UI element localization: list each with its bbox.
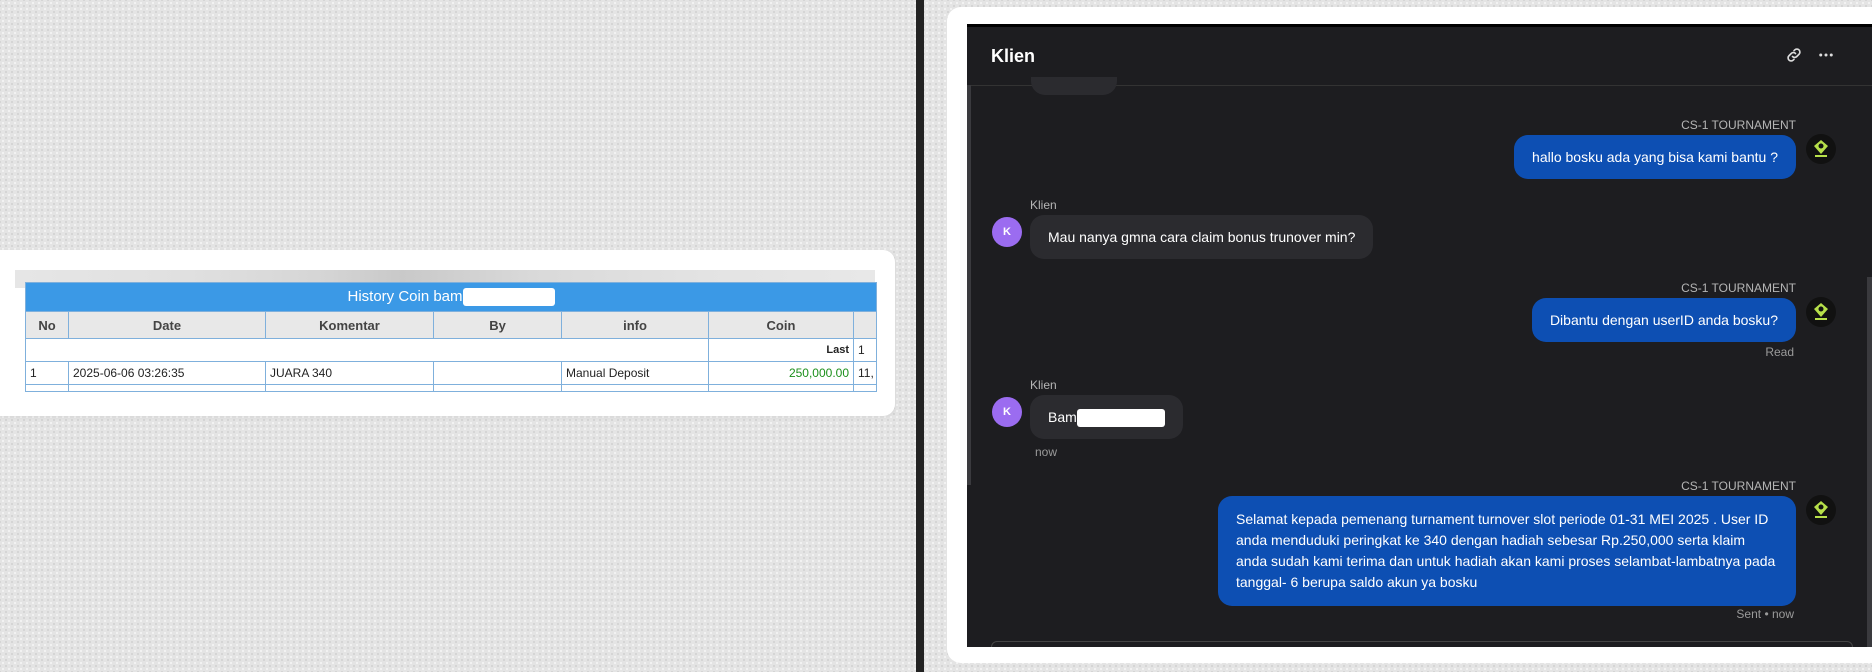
column-header-info[interactable]: info	[561, 311, 709, 339]
cell-komentar: JUARA 340	[265, 361, 434, 385]
message-status: Read	[1765, 345, 1794, 359]
table-header-row: No Date Komentar By info Coin	[25, 311, 878, 339]
link-icon[interactable]	[1785, 46, 1803, 67]
previous-message-stub	[1031, 77, 1117, 95]
scrollbar[interactable]	[1867, 277, 1872, 647]
message-sender: Klien	[1030, 198, 1057, 212]
agent-avatar	[1806, 297, 1836, 327]
message-sender: CS-1 TOURNAMENT	[1681, 479, 1796, 493]
cell-info: Manual Deposit	[561, 361, 709, 385]
summary-row: Last 1	[25, 338, 878, 362]
message-status: Sent • now	[1736, 607, 1794, 621]
column-header-no[interactable]: No	[25, 311, 69, 339]
column-header-extra	[852, 311, 878, 339]
cell-coin: 250,000.00	[708, 361, 854, 385]
column-header-coin[interactable]: Coin	[708, 311, 854, 339]
history-coin-card: History Coin bam No Date Komentar By inf…	[0, 250, 895, 416]
message-sender: CS-1 TOURNAMENT	[1681, 118, 1796, 132]
message-time: now	[1035, 445, 1058, 459]
summary-empty-cell	[25, 338, 709, 362]
cell-by	[433, 361, 562, 385]
agent-avatar	[1806, 495, 1836, 525]
cell-date: 2025-06-06 03:26:35	[68, 361, 266, 385]
summary-last-label: Last	[708, 338, 854, 362]
message-bubble-outgoing: hallo bosku ada yang bisa kami bantu ?	[1514, 135, 1796, 179]
message-bubble-outgoing: Selamat kepada pemenang turnament turnov…	[1218, 496, 1796, 606]
cell-extra: 11,	[852, 361, 878, 385]
history-coin-table: History Coin bam No Date Komentar By inf…	[24, 282, 878, 392]
message-sender: CS-1 TOURNAMENT	[1681, 281, 1796, 295]
column-header-komentar[interactable]: Komentar	[265, 311, 434, 339]
agent-avatar	[1806, 134, 1836, 164]
chat-window: Klien CS-1 TOURNAMENT hallo bosku ada ya…	[967, 24, 1872, 647]
scrollbar-left[interactable]	[967, 85, 971, 485]
table-row-partial	[25, 384, 878, 392]
column-header-date[interactable]: Date	[68, 311, 266, 339]
message-input[interactable]	[991, 641, 1853, 647]
message-sender: Klien	[1030, 378, 1057, 392]
column-header-by[interactable]: By	[433, 311, 562, 339]
screen-divider	[916, 0, 924, 672]
table-title: History Coin bam	[24, 282, 878, 312]
chat-title: Klien	[991, 46, 1036, 66]
redacted-username	[1076, 409, 1165, 428]
cell-no: 1	[25, 361, 69, 385]
client-avatar: K	[992, 217, 1022, 247]
table-title-text: History Coin bam	[347, 287, 463, 305]
message-text: Bam	[1048, 409, 1077, 425]
message-bubble-incoming: Mau nanya gmna cara claim bonus trunover…	[1030, 215, 1374, 259]
redacted-username	[462, 288, 555, 307]
client-avatar: K	[992, 397, 1022, 427]
summary-next-value: 1	[852, 338, 878, 362]
more-icon[interactable]	[1817, 46, 1835, 67]
message-bubble-incoming: Bam	[1030, 395, 1183, 439]
table-row: 1 2025-06-06 03:26:35 JUARA 340 Manual D…	[25, 361, 878, 385]
message-bubble-outgoing: Dibantu dengan userID anda bosku?	[1531, 298, 1796, 342]
